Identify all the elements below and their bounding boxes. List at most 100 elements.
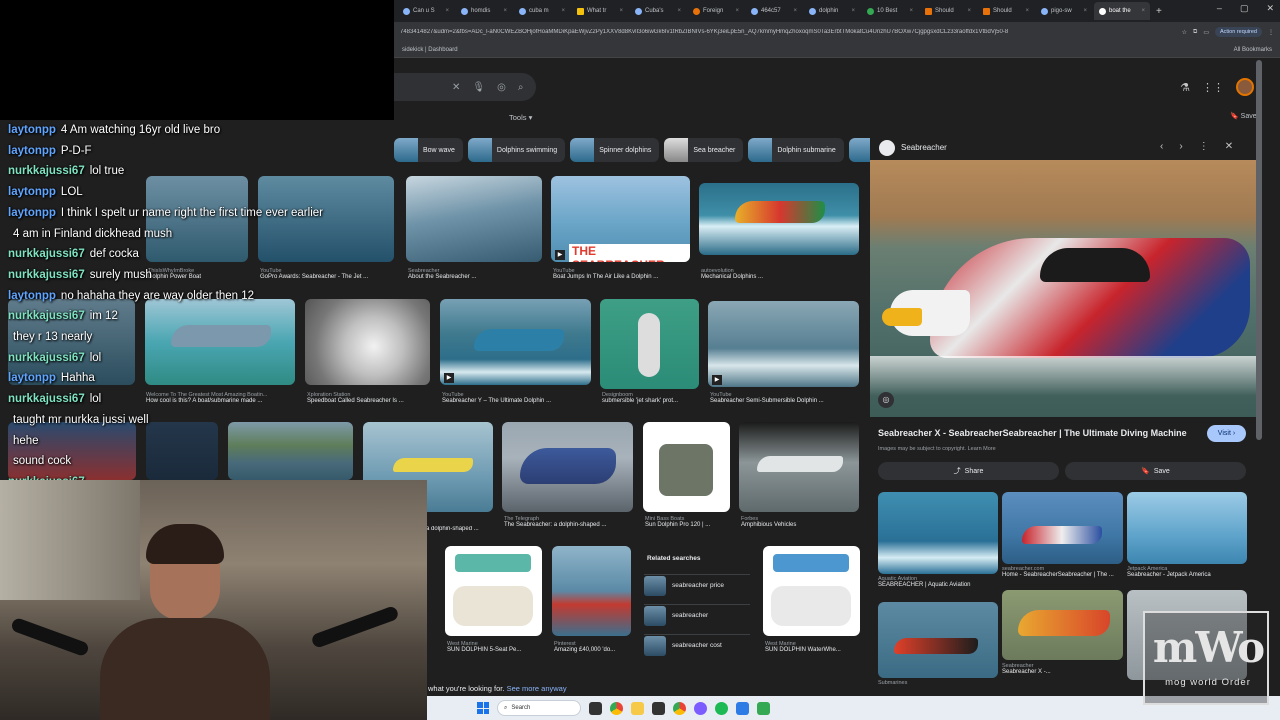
chat-username[interactable]: nurkkajussi67 [8,269,85,281]
chat-username[interactable]: nurkkajussi67 [8,248,85,260]
browser-tab[interactable]: dolphin × [804,2,860,20]
browser-tab[interactable]: What tr × [572,2,628,20]
close-tab-icon[interactable]: × [851,8,855,14]
close-tab-icon[interactable]: × [445,8,449,14]
search-box[interactable]: ✕ 🎙 ◎ ⌕ [394,73,536,101]
visit-button[interactable]: Visit › [1207,425,1246,442]
related-caption[interactable]: Jetpack America Seabreacher - Jetpack Ame… [1127,566,1247,578]
chip-more[interactable] [848,138,870,162]
related-caption[interactable]: Submarines [878,680,998,686]
related-image[interactable] [878,602,998,678]
app-icon[interactable] [694,701,707,715]
related-image[interactable] [1127,492,1247,564]
lens-icon[interactable]: ◎ [497,82,506,93]
chat-username[interactable]: laytonpp [8,145,56,157]
close-tab-icon[interactable]: × [561,8,565,14]
more-options-icon[interactable]: ⋮ [1199,141,1209,152]
result-image[interactable] [600,299,699,389]
close-tab-icon[interactable]: × [1083,8,1087,14]
see-more-link[interactable]: See more anyway [507,684,567,693]
result-caption[interactable]: West Marine SUN DOLPHIN 5-Seat Pe... [447,641,543,653]
result-caption[interactable]: Pinterest Amazing £40,000 'do... [554,641,634,653]
chat-username[interactable]: laytonpp [8,207,56,219]
close-tab-icon[interactable]: × [619,8,623,14]
result-image[interactable] [502,422,633,512]
close-tab-icon[interactable]: × [1141,8,1145,14]
share-button[interactable]: ⤴ Share [878,462,1059,480]
search-icon[interactable]: ⌕ [518,82,524,93]
result-image[interactable] [739,422,859,512]
preview-image[interactable]: ◎ [870,160,1256,417]
browser-tab[interactable]: Can u S × [398,2,454,20]
mic-icon[interactable]: 🎙 [472,82,485,93]
tools-button[interactable]: Tools ▾ [509,113,532,122]
chip-dolphins-swimming[interactable]: Dolphins swimming [467,138,566,162]
close-tab-icon[interactable]: × [503,8,507,14]
related-item[interactable]: seabreacher cost [644,634,750,656]
related-image[interactable] [1002,590,1123,660]
chat-username[interactable]: nurkkajussi67 [8,393,85,405]
result-caption[interactable]: The Telegraph The Seabreacher: a dolphin-… [504,516,634,528]
app-icon[interactable] [652,701,665,715]
extension-icon[interactable]: ⧉ [1193,29,1197,36]
panel-site-name[interactable]: Seabreacher [901,143,947,152]
result-caption[interactable]: YouTube Seabreacher Y – The Ultimate Dolp… [442,392,592,404]
prev-icon[interactable]: ‹ [1160,141,1163,152]
page-scrollbar[interactable] [1256,60,1262,440]
all-bookmarks[interactable]: All Bookmarks [1234,47,1272,53]
result-image[interactable] [763,546,860,636]
result-caption[interactable]: autoevolution Mechanical Dolphins ... [701,268,857,280]
bookmark-sidekick[interactable]: sidekick | Dashboard [402,47,458,53]
result-caption[interactable]: Mini Bass Boats Sun Dolphin Pro 120 | ... [645,516,731,528]
browser-tab[interactable]: Should × [978,2,1034,20]
file-explorer-icon[interactable] [631,701,644,715]
url-text[interactable]: 7483414827&udm=2&fbs=ADc_l-aN0CWEZBOHjof… [400,29,1176,35]
chip-sea-breacher[interactable]: Sea breacher [664,138,744,162]
minimize-icon[interactable]: – [1217,3,1222,14]
result-image[interactable] [445,546,542,636]
chat-username[interactable]: laytonpp [8,290,56,302]
browser-tab[interactable]: Cuba's × [630,2,686,20]
result-caption[interactable]: West Marine SUN DOLPHIN WaterWhe... [765,641,861,653]
close-tab-icon[interactable]: × [677,8,681,14]
browser-tab[interactable]: homdis × [456,2,512,20]
close-tab-icon[interactable]: × [909,8,913,14]
chip-bow-wave[interactable]: Bow wave [394,138,463,162]
chrome-icon[interactable] [673,701,686,715]
related-caption[interactable]: seabreacher.com Home - SeabreacherSeabrea… [1002,566,1124,578]
action-required-button[interactable]: Action required [1215,27,1262,37]
taskbar-search[interactable]: ⌕ Search [497,700,581,716]
result-caption[interactable]: a dolphin-shaped ... [426,526,496,532]
close-icon[interactable]: ✕ [1225,141,1233,152]
chip-spinner-dolphins[interactable]: Spinner dolphins [570,138,660,162]
related-image[interactable] [1002,492,1123,564]
result-caption[interactable]: YouTube Boat Jumps In The Air Like a Dolp… [553,268,689,280]
sidebar-icon[interactable]: ▭ [1203,29,1209,36]
result-image[interactable]: ▶ [708,301,859,387]
close-tab-icon[interactable]: × [967,8,971,14]
close-tab-icon[interactable]: × [1025,8,1029,14]
apps-grid-icon[interactable]: ⋮⋮ [1202,81,1224,94]
labs-icon[interactable]: ⚗ [1180,81,1190,94]
result-image[interactable] [552,546,631,636]
task-view-icon[interactable] [589,701,602,715]
result-image[interactable] [406,176,542,262]
related-caption[interactable]: Aquatic Aviation SEABREACHER | Aquatic Av… [878,576,998,588]
chrome-icon[interactable] [610,701,623,715]
browser-tab[interactable]: 464c57 × [746,2,802,20]
browser-tab[interactable]: Foreign × [688,2,744,20]
panel-title[interactable]: Seabreacher X - SeabreacherSeabreacher |… [878,428,1198,438]
result-caption[interactable]: Seabreacher About the Seabreacher ... [408,268,544,280]
related-image[interactable] [878,492,998,574]
save-button[interactable]: 🔖 Save [1065,462,1246,480]
maximize-icon[interactable]: ▢ [1240,3,1249,14]
browser-tab[interactable]: Should × [920,2,976,20]
app-icon[interactable] [736,701,749,715]
lens-icon[interactable]: ◎ [878,392,894,408]
result-image[interactable] [699,183,859,255]
close-tab-icon[interactable]: × [793,8,797,14]
menu-icon[interactable]: ⋮ [1268,29,1274,36]
star-icon[interactable]: ☆ [1182,29,1187,36]
chat-username[interactable]: nurkkajussi67 [8,165,85,177]
new-tab-icon[interactable]: + [1156,6,1162,17]
